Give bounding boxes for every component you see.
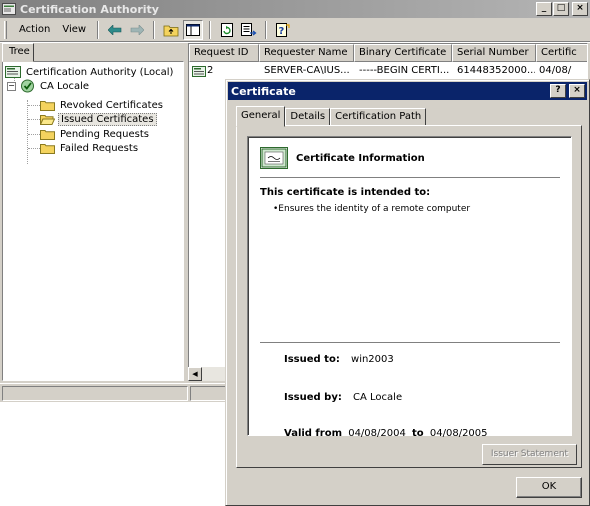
- tree-item-revoked[interactable]: Revoked Certificates: [40, 98, 165, 112]
- cell-requester-name: SERVER-CA\IUS...: [264, 65, 350, 76]
- dialog-title-bar[interactable]: Certificate ? ×: [228, 82, 587, 100]
- intended-purposes-label: This certificate is intended to:: [260, 187, 431, 198]
- valid-to-value: 04/08/2005: [429, 428, 488, 439]
- tree-folder-label: Failed Requests: [60, 142, 139, 154]
- column-header-binary-certificate[interactable]: Binary Certificate: [354, 44, 452, 62]
- toolbar-separator: [97, 20, 100, 39]
- minimize-button[interactable]: _: [536, 2, 552, 16]
- valid-from-label: Valid from: [284, 428, 343, 439]
- menu-toolbar: Action View ?: [0, 18, 590, 42]
- scroll-left-button[interactable]: ◀: [188, 367, 202, 381]
- tree-item-root[interactable]: Certification Authority (Local): [5, 65, 175, 79]
- cell-serial-number: 61448352000...: [457, 65, 535, 76]
- close-button[interactable]: ×: [572, 2, 588, 16]
- show-tree-icon: [186, 23, 201, 36]
- dialog-close-button[interactable]: ×: [569, 84, 585, 98]
- tree-pane: Certification Authority (Local) − CA Loc…: [0, 43, 186, 381]
- valid-from-value: 04/08/2004: [348, 428, 406, 439]
- tree-item-issued[interactable]: Issued Certificates: [40, 112, 157, 126]
- help-question-button[interactable]: ?: [550, 84, 566, 98]
- certificate-dialog: Certificate ? × General Details Certific…: [225, 79, 590, 506]
- validity-row: Valid from 04/08/2004 to 04/08/2005: [284, 428, 488, 439]
- tree-view[interactable]: Certification Authority (Local) − CA Loc…: [2, 61, 184, 381]
- issued-to-label: Issued to:: [284, 354, 340, 365]
- view-menu[interactable]: View: [56, 22, 92, 37]
- forward-arrow-icon: [130, 24, 145, 35]
- action-menu[interactable]: Action: [13, 22, 56, 37]
- tree-folder-label: Issued Certificates: [58, 112, 157, 126]
- tab-general[interactable]: General: [236, 106, 286, 127]
- issued-by-row: Issued by: CA Locale: [284, 392, 402, 403]
- maximize-button[interactable]: □: [553, 2, 569, 16]
- certificate-authority-icon: [2, 3, 16, 15]
- tab-tree[interactable]: Tree: [2, 43, 34, 62]
- collapse-toggle[interactable]: −: [7, 81, 16, 91]
- column-header-requester-name[interactable]: Requester Name: [259, 44, 354, 62]
- column-header-request-id[interactable]: Request ID: [189, 44, 259, 62]
- dialog-title: Certificate: [231, 84, 296, 98]
- column-header-certificate-date[interactable]: Certific: [536, 44, 587, 62]
- ok-button[interactable]: OK: [516, 477, 582, 498]
- export-list-icon: [241, 22, 257, 36]
- certificate-info-box: Certificate Information This certificate…: [247, 136, 572, 439]
- folder-icon: [40, 129, 55, 140]
- certification-authority-icon: [5, 66, 21, 78]
- help-icon: ?: [276, 22, 290, 37]
- toolbar-grip[interactable]: [4, 20, 7, 39]
- show-hide-tree-button[interactable]: [183, 19, 204, 40]
- back-button[interactable]: [105, 20, 125, 40]
- issuer-statement-button[interactable]: Issuer Statement: [482, 444, 577, 465]
- cell-request-id: 2: [207, 65, 214, 76]
- main-title: Certification Authority: [20, 2, 159, 16]
- valid-to-label: to: [412, 428, 424, 439]
- general-tab-panel: Certificate Information This certificate…: [236, 125, 582, 468]
- dialog-tabs: General Details Certification Path: [236, 106, 427, 127]
- help-button[interactable]: ?: [273, 20, 293, 40]
- certificate-row-icon: [192, 66, 206, 77]
- tab-details[interactable]: Details: [285, 108, 331, 126]
- ca-server-icon: [21, 79, 34, 93]
- column-header-serial-number[interactable]: Serial Number: [452, 44, 536, 62]
- main-title-bar[interactable]: Certification Authority _ □ ×: [0, 0, 590, 18]
- tab-certification-path[interactable]: Certification Path: [330, 108, 427, 126]
- folder-icon: [40, 143, 55, 154]
- divider: [260, 177, 560, 179]
- purpose-item: •Ensures the identity of a remote comput…: [273, 204, 471, 214]
- folder-open-icon: [40, 114, 55, 125]
- tree-item-ca-locale[interactable]: − CA Locale: [7, 79, 91, 93]
- divider: [260, 342, 560, 344]
- refresh-icon: [221, 22, 234, 37]
- up-one-level-button[interactable]: [161, 20, 181, 40]
- issued-by-label: Issued by:: [284, 392, 342, 403]
- toolbar-separator: [265, 20, 268, 39]
- tree-item-pending[interactable]: Pending Requests: [40, 127, 151, 141]
- svg-text:?: ?: [279, 26, 285, 37]
- up-folder-icon: [163, 25, 179, 36]
- certificate-info-heading: Certificate Information: [296, 152, 425, 164]
- tree-folder-label: Revoked Certificates: [60, 99, 163, 111]
- folder-icon: [40, 100, 55, 111]
- cell-binary-certificate: -----BEGIN CERTI...: [359, 65, 450, 76]
- refresh-button[interactable]: [217, 20, 237, 40]
- tree-ca-label: CA Locale: [40, 80, 90, 92]
- issued-to-value: win2003: [351, 354, 394, 365]
- tree-item-failed[interactable]: Failed Requests: [40, 141, 140, 155]
- issued-to-row: Issued to: win2003: [284, 354, 394, 365]
- certificate-icon: [260, 147, 288, 169]
- toolbar-separator: [153, 20, 156, 39]
- tree-folder-label: Pending Requests: [60, 128, 149, 140]
- export-list-button[interactable]: [239, 20, 259, 40]
- forward-button[interactable]: [127, 20, 147, 40]
- issued-by-value: CA Locale: [353, 392, 403, 403]
- cell-certificate-date: 04/08/: [539, 65, 572, 76]
- status-pane-left: [2, 386, 188, 401]
- back-arrow-icon: [108, 24, 122, 35]
- toolbar-separator: [209, 20, 212, 39]
- tree-root-label: Certification Authority (Local): [26, 66, 174, 78]
